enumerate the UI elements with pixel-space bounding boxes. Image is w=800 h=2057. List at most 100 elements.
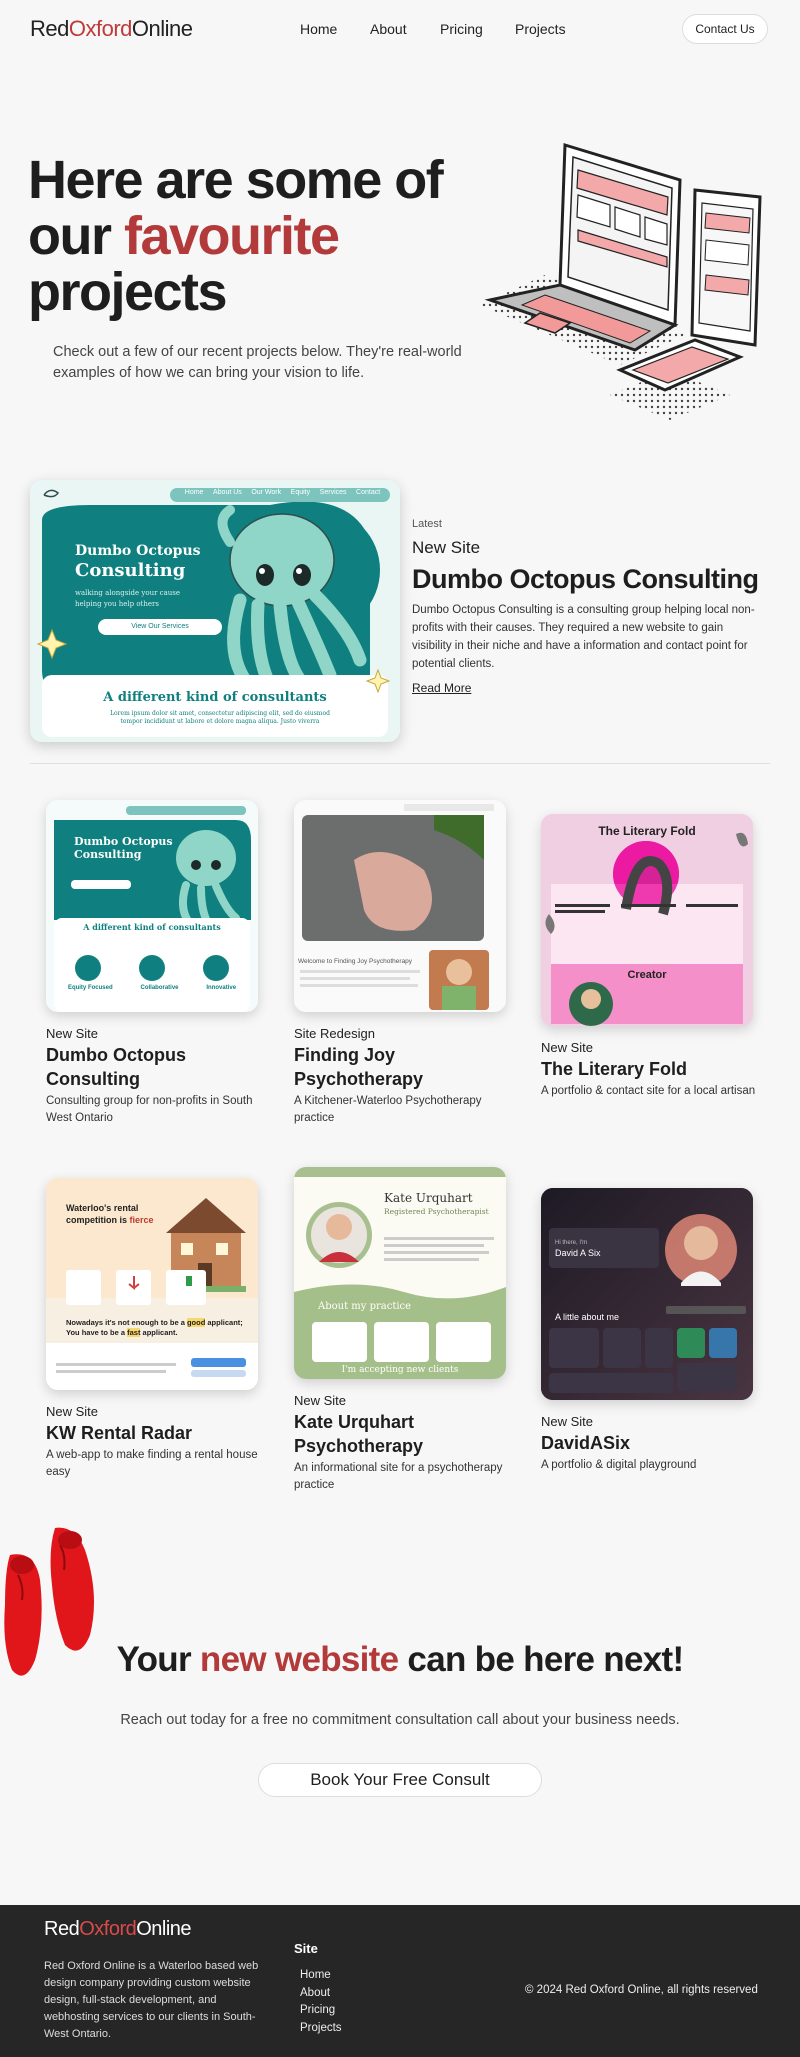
footer-site-heading: Site [294,1941,318,1956]
thumb-art [294,800,506,1012]
logo-online: Online [131,16,193,41]
card-title: The Literary Fold [541,1059,688,1079]
title-line-1: Here are some of [28,150,444,210]
cta-heading-a: Your [116,1640,200,1679]
logo-oxford: Oxford [68,16,133,41]
logo[interactable]: RedOxfordOnline [30,16,193,42]
project-thumb[interactable]: Waterloo's rental competition is fierce N… [46,1178,258,1390]
card-description: Consulting group for non-profits in Sout… [46,1095,253,1124]
project-card-rental-radar[interactable]: Waterloo's rental competition is fierce N… [46,1178,261,1481]
nav-pricing[interactable]: Pricing [440,21,483,37]
thumb-headline-a: Waterloo's rental [66,1203,139,1213]
featured-shot-button: View Our Services [131,623,189,630]
thumb-footer-c: applicant; [205,1318,243,1327]
card-kicker: Site Redesign [294,1026,375,1041]
shot-nav-work: Our Work [251,489,282,496]
project-card-finding-joy[interactable]: Welcome to Finding Joy Psychotherapy Sit… [294,800,509,1127]
cta-heading: Your new website can be here next! [0,1640,800,1680]
footer-link-pricing[interactable]: Pricing [300,2002,342,2020]
footer-logo-red: Red [44,1918,80,1940]
project-thumb[interactable]: Dumbo Octopus Consulting A different kind… [46,800,258,1012]
thumb-footer-text: Nowadays it's not enough to be a good ap… [66,1318,256,1338]
featured-shot-nav: Home About Us Our Work Equity Services C… [180,489,385,496]
book-consult-button[interactable]: Book Your Free Consult [258,1763,542,1797]
card-description: A portfolio & digital playground [541,1459,697,1471]
thumb-headline: Waterloo's rental competition is fierce [66,1202,176,1226]
project-card-dumbo[interactable]: Dumbo Octopus Consulting A different kind… [46,800,261,1127]
thumb-col-1: Equity Focused [67,985,113,991]
title-line-2a: our [28,206,124,266]
footer-logo-oxford: Oxford [79,1918,137,1940]
thumb-headline-b: competition is [66,1215,130,1225]
featured-latest-label: Latest [412,518,442,530]
thumb-heading: A different kind of consultants [83,922,221,932]
footer-link-projects[interactable]: Projects [300,2020,342,2038]
card-description: A web-app to make finding a rental house… [46,1449,258,1478]
shot-nav-contact: Contact [356,489,381,496]
featured-shot-heading: A different kind of consultants [103,690,327,705]
thumb-hi: Hi there, I'm [555,1240,588,1246]
thumb-role: Registered Psychotherapist [384,1207,489,1216]
thumb-brand: Dumbo Octopus Consulting [74,835,173,861]
card-description: An informational site for a psychotherap… [294,1462,503,1491]
featured-title: Dumbo Octopus Consulting [412,564,759,594]
logo-red: Red [30,16,69,41]
thumb-creator: Creator [627,969,667,981]
thumb-title: The Literary Fold [598,824,696,838]
card-description: A Kitchener-Waterloo Psychotherapy pract… [294,1095,482,1124]
featured-shot-lorem: Lorem ipsum dolor sit amet, consectetur … [110,710,330,725]
thumb-footer-e: fast [127,1328,141,1337]
card-description: A portfolio & contact site for a local a… [541,1085,756,1097]
card-kicker: New Site [541,1040,594,1055]
devices-illustration [480,142,762,420]
cta-subtitle: Reach out today for a free no commitment… [120,1712,680,1728]
contact-button[interactable]: Contact Us [682,14,768,44]
card-kicker: New Site [541,1414,594,1429]
featured-kicker: New Site [412,538,481,557]
project-card-literary-fold[interactable]: The Literary Fold Creator New Site The L… [541,814,756,1100]
footer-logo[interactable]: RedOxfordOnline [44,1918,192,1941]
thumb-art [541,1188,753,1400]
nav-home[interactable]: Home [300,21,337,37]
thumb-columns: Equity Focused Collaborative Innovative [54,985,250,991]
shot-brand-line1: Dumbo Octopus [75,543,201,559]
featured-shot-tagline: walking alongside your cause helping you… [75,589,180,608]
featured-project-screenshot[interactable]: Home About Us Our Work Equity Services C… [30,480,400,742]
thumb-col-3: Innovative [206,985,237,991]
card-title: Kate Urquhart Psychotherapy [294,1412,424,1456]
card-kicker: New Site [294,1393,347,1408]
thumb-col-2: Collaborative [140,985,179,991]
footer-link-about[interactable]: About [300,1985,342,2003]
thumb-footer-f: applicant. [140,1328,178,1337]
title-highlight: favourite [124,206,340,266]
nav-about[interactable]: About [370,21,407,37]
project-thumb[interactable]: Kate Urquhart Registered Psychotherapist… [294,1167,506,1379]
card-kicker: New Site [46,1026,99,1041]
featured-description: Dumbo Octopus Consulting is a consulting… [412,604,755,670]
project-card-kate-urquhart[interactable]: Kate Urquhart Registered Psychotherapist… [294,1167,509,1494]
project-thumb[interactable]: Welcome to Finding Joy Psychotherapy [294,800,506,1012]
thumb-brand-1: Dumbo Octopus [74,835,173,848]
thumb-footer-a: Nowadays it's not enough to be a [66,1318,187,1327]
featured-project: Latest New Site Dumbo Octopus Consulting… [412,518,762,697]
read-more-link[interactable]: Read More [412,681,471,695]
footer-link-home[interactable]: Home [300,1967,342,1985]
project-card-davidasix[interactable]: Hi there, I'm David A Six A little about… [541,1188,756,1474]
card-title: Dumbo Octopus Consulting [46,1045,186,1089]
thumb-about: A little about me [555,1312,620,1322]
card-title: Finding Joy Psychotherapy [294,1045,424,1089]
thumb-footer-d: You have to be a [66,1328,128,1337]
footer-links: Home About Pricing Projects [300,1967,342,2037]
title-line-3: projects [28,262,228,322]
featured-shot-brand: Dumbo Octopus Consulting [75,542,201,580]
cta-heading-c: can be here next! [398,1640,684,1679]
project-thumb[interactable]: The Literary Fold Creator [541,814,753,1026]
shot-brand-line2: Consulting [75,560,186,581]
project-thumb[interactable]: Hi there, I'm David A Six A little about… [541,1188,753,1400]
nav-projects[interactable]: Projects [515,21,566,37]
shot-nav-about: About Us [212,489,242,496]
thumb-name: Kate Urquhart [384,1191,473,1205]
section-divider [30,763,770,764]
shot-nav-equity: Equity [290,489,311,496]
thumb-accepting: I'm accepting new clients [341,1365,459,1375]
